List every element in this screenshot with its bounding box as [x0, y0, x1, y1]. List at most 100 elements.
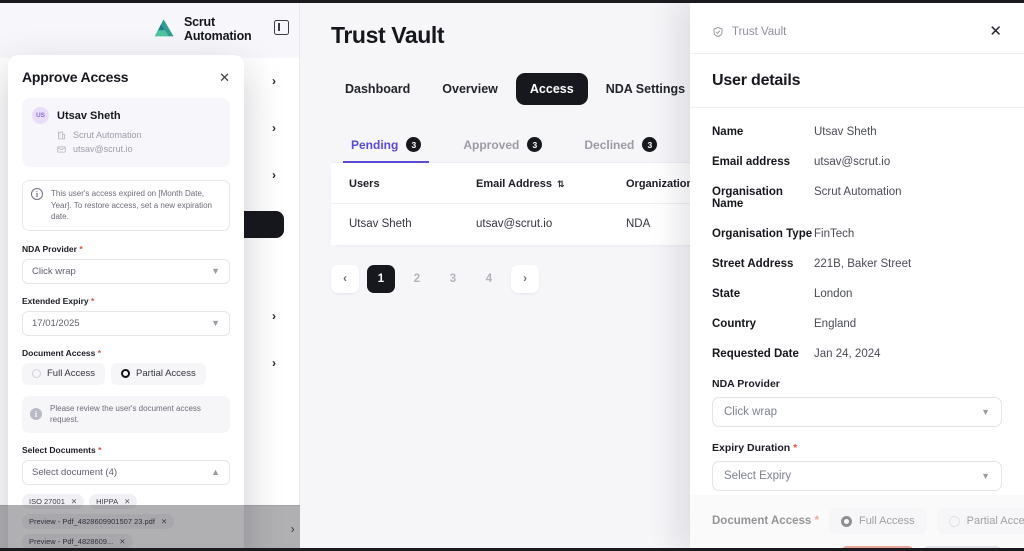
- modal-radio-full-access[interactable]: Full Access: [22, 362, 106, 385]
- user-organization-label: Scrut Automation: [73, 130, 142, 140]
- modal-title: Approve Access: [22, 69, 129, 85]
- required-marker: *: [814, 515, 819, 527]
- detail-value: Jan 24, 2024: [814, 348, 881, 360]
- building-icon: [58, 131, 65, 139]
- modal-nda-provider-select[interactable]: Click wrap ▼: [22, 258, 230, 284]
- sort-updown-icon[interactable]: ⇅: [557, 179, 564, 189]
- chip-remove-icon[interactable]: ✕: [71, 497, 77, 506]
- pagination-page-1[interactable]: 1: [367, 265, 395, 293]
- chevron-up-icon: ▲: [211, 467, 220, 478]
- review-documents-notice: i Please review the user's document acce…: [22, 395, 230, 433]
- close-icon[interactable]: ✕: [219, 71, 230, 84]
- shield-check-icon: [713, 26, 723, 37]
- column-header-email[interactable]: Email Address ⇅: [476, 163, 626, 204]
- detail-value: FinTech: [814, 228, 855, 240]
- modal-extended-expiry-value: 17/01/2025: [32, 317, 80, 329]
- drawer-title: User details: [690, 54, 1024, 108]
- chip-preview-pdf-2: Preview - Pdf_4828609... ✕: [22, 533, 133, 549]
- subtab-pending[interactable]: Pending 3: [342, 127, 430, 163]
- modal-select-documents-dropdown[interactable]: Select document (4) ▲: [22, 459, 230, 485]
- breadcrumb: Trust Vault: [712, 26, 786, 38]
- modal-document-access-options: Full Access Partial Access: [22, 362, 230, 385]
- detail-value: Utsav Sheth: [814, 126, 877, 138]
- expiry-duration-select[interactable]: Select Expiry ▼: [712, 461, 1002, 491]
- pagination-next[interactable]: ›: [511, 265, 539, 293]
- detail-value: England: [814, 318, 857, 330]
- detail-row-org-name: Organisation Name Scrut Automation: [712, 186, 1002, 210]
- nda-provider-label: NDA Provider: [712, 378, 1002, 390]
- radio-icon-selected: [840, 515, 852, 527]
- tab-dashboard[interactable]: Dashboard: [331, 73, 424, 105]
- chip-remove-icon[interactable]: ✕: [161, 517, 167, 526]
- radio-label: Full Access: [47, 368, 96, 380]
- detail-row-requested-date: Requested Date Jan 24, 2024: [712, 348, 1002, 360]
- chevron-right-icon: ›: [272, 168, 276, 182]
- expired-access-notice: i This user's access expired on [Month D…: [22, 180, 230, 231]
- tab-nda-settings[interactable]: NDA Settings: [592, 73, 699, 105]
- close-icon[interactable]: ✕: [989, 24, 1002, 39]
- radio-icon: [32, 369, 41, 379]
- declined-count-badge: 3: [642, 137, 658, 152]
- detail-row-org-type: Organisation Type FinTech: [712, 228, 1002, 240]
- panel-toggle-icon[interactable]: [274, 20, 289, 35]
- detail-row-country: Country England: [712, 318, 1002, 330]
- modal-radio-partial-access[interactable]: Partial Access: [111, 362, 206, 385]
- subtab-declined[interactable]: Declined 3: [582, 127, 659, 162]
- chevron-right-icon: ›: [290, 521, 295, 536]
- review-documents-notice-text: Please review the user's document access…: [50, 403, 201, 425]
- chip-remove-icon[interactable]: ✕: [119, 537, 125, 546]
- tab-overview[interactable]: Overview: [428, 73, 512, 105]
- detail-row-street: Street Address 221B, Baker Street: [712, 258, 1002, 270]
- radio-full-access[interactable]: Full Access: [828, 508, 927, 534]
- user-email-label: utsav@scrut.io: [73, 144, 133, 154]
- drawer-document-access: Document Access * Full Access Partial Ac…: [712, 506, 1024, 534]
- detail-value: London: [814, 288, 853, 300]
- nda-provider-label-text: NDA Provider: [712, 378, 780, 390]
- pagination-page-4[interactable]: 4: [475, 265, 503, 293]
- modal-select-documents-label: Select Documents *: [22, 445, 230, 455]
- brand-line-2: Automation: [184, 29, 252, 43]
- detail-row-name: Name Utsav Sheth: [712, 126, 1002, 138]
- nda-provider-select[interactable]: Click wrap ▼: [712, 397, 1002, 427]
- modal-extended-expiry-input[interactable]: 17/01/2025 ▼: [22, 310, 230, 336]
- chip-label: Preview - Pdf_4828609...: [29, 536, 114, 546]
- modal-select-documents-value: Select document (4): [32, 466, 118, 478]
- radio-partial-access[interactable]: Partial Access: [936, 508, 1024, 534]
- document-access-label-text: Document Access: [712, 515, 812, 527]
- modal-extended-expiry-label: Extended Expiry *: [22, 296, 230, 306]
- pagination-page-2[interactable]: 2: [403, 265, 431, 293]
- modal-nda-provider-label-text: NDA Provider: [22, 243, 77, 254]
- chip-hippa: HIPPA ✕: [89, 493, 138, 509]
- chip-preview-pdf-1: Preview - Pdf_4828609901507 23.pdf ✕: [22, 513, 175, 529]
- info-icon: i: [30, 408, 42, 421]
- modal-extended-expiry-label-text: Extended Expiry: [22, 295, 89, 306]
- required-marker: *: [98, 444, 102, 455]
- expiry-duration-value: Select Expiry: [724, 470, 792, 482]
- chevron-right-icon: ›: [272, 309, 276, 323]
- tab-access[interactable]: Access: [515, 73, 588, 105]
- subtab-label: Approved: [463, 137, 520, 152]
- pagination-prev[interactable]: ‹: [331, 265, 359, 293]
- modal-header: Approve Access ✕: [22, 69, 230, 85]
- breadcrumb-label: Trust Vault: [732, 25, 787, 38]
- pending-count-badge: 3: [406, 137, 422, 152]
- chevron-down-icon: ▼: [211, 266, 220, 277]
- chevron-down-icon: ▼: [981, 407, 990, 417]
- brand-line-1: Scrut: [184, 15, 215, 29]
- app-screen: ScrutAutomation › › › onnaire: [0, 0, 1024, 551]
- radio-label: Partial Access: [966, 515, 1024, 527]
- info-icon: i: [31, 188, 43, 200]
- required-marker: *: [90, 295, 95, 306]
- detail-key: Organisation Name: [712, 186, 783, 210]
- chevron-right-icon: ›: [272, 356, 276, 370]
- expiry-duration-label-text: Expiry Duration: [712, 442, 791, 454]
- chip-iso-27001: ISO 27001 ✕: [22, 493, 85, 509]
- subtab-approved[interactable]: Approved 3: [461, 127, 544, 162]
- chip-remove-icon[interactable]: ✕: [124, 497, 130, 506]
- chevron-down-icon: ▼: [981, 471, 990, 481]
- pagination-page-3[interactable]: 3: [439, 265, 467, 293]
- detail-value: 221B, Baker Street: [814, 258, 912, 270]
- chip-label: HIPPA: [96, 496, 119, 506]
- approve-access-modal: Approve Access ✕ US Utsav Sheth Scrut Au…: [8, 55, 244, 551]
- sidebar-header: Scrut Automation: [0, 0, 299, 58]
